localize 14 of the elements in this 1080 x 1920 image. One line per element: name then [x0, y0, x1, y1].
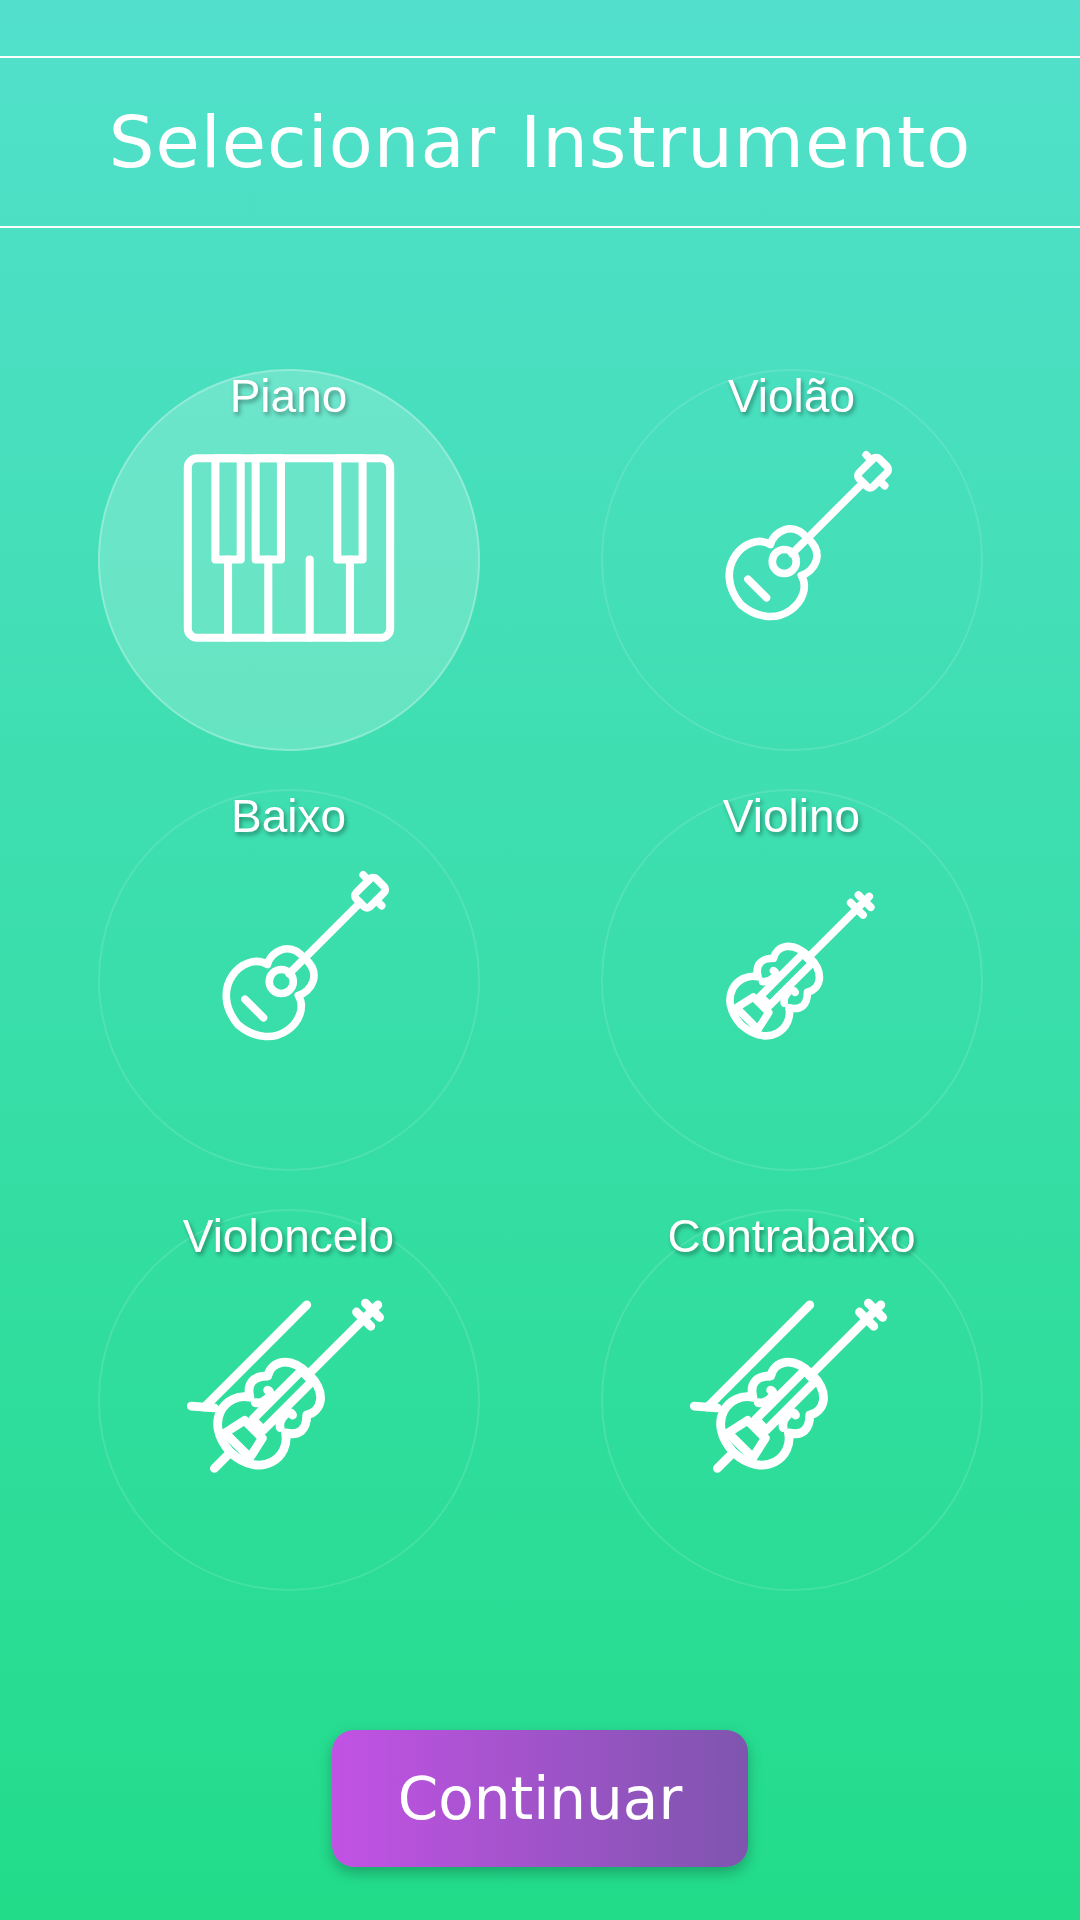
instrument-label: Violão: [727, 369, 855, 423]
instrument-option[interactable]: Piano: [97, 369, 480, 751]
instrument-label: Contrabaixo: [667, 1209, 916, 1263]
instrument-label: Baixo: [230, 789, 347, 843]
instrument-option[interactable]: Contrabaixo: [600, 1209, 983, 1591]
instrument-option[interactable]: Violoncelo: [97, 1209, 480, 1591]
screen-title: Selecionar Instrumento: [108, 100, 972, 184]
instrument-label: Violino: [722, 789, 861, 843]
continue-button[interactable]: Continuar: [332, 1730, 748, 1867]
instrument-label: Piano: [229, 369, 348, 423]
instrument-option[interactable]: Baixo: [97, 789, 480, 1171]
instrument-option[interactable]: Violão: [600, 369, 983, 751]
instrument-option[interactable]: Violino: [600, 789, 983, 1171]
instrument-label: Violoncelo: [182, 1209, 395, 1263]
